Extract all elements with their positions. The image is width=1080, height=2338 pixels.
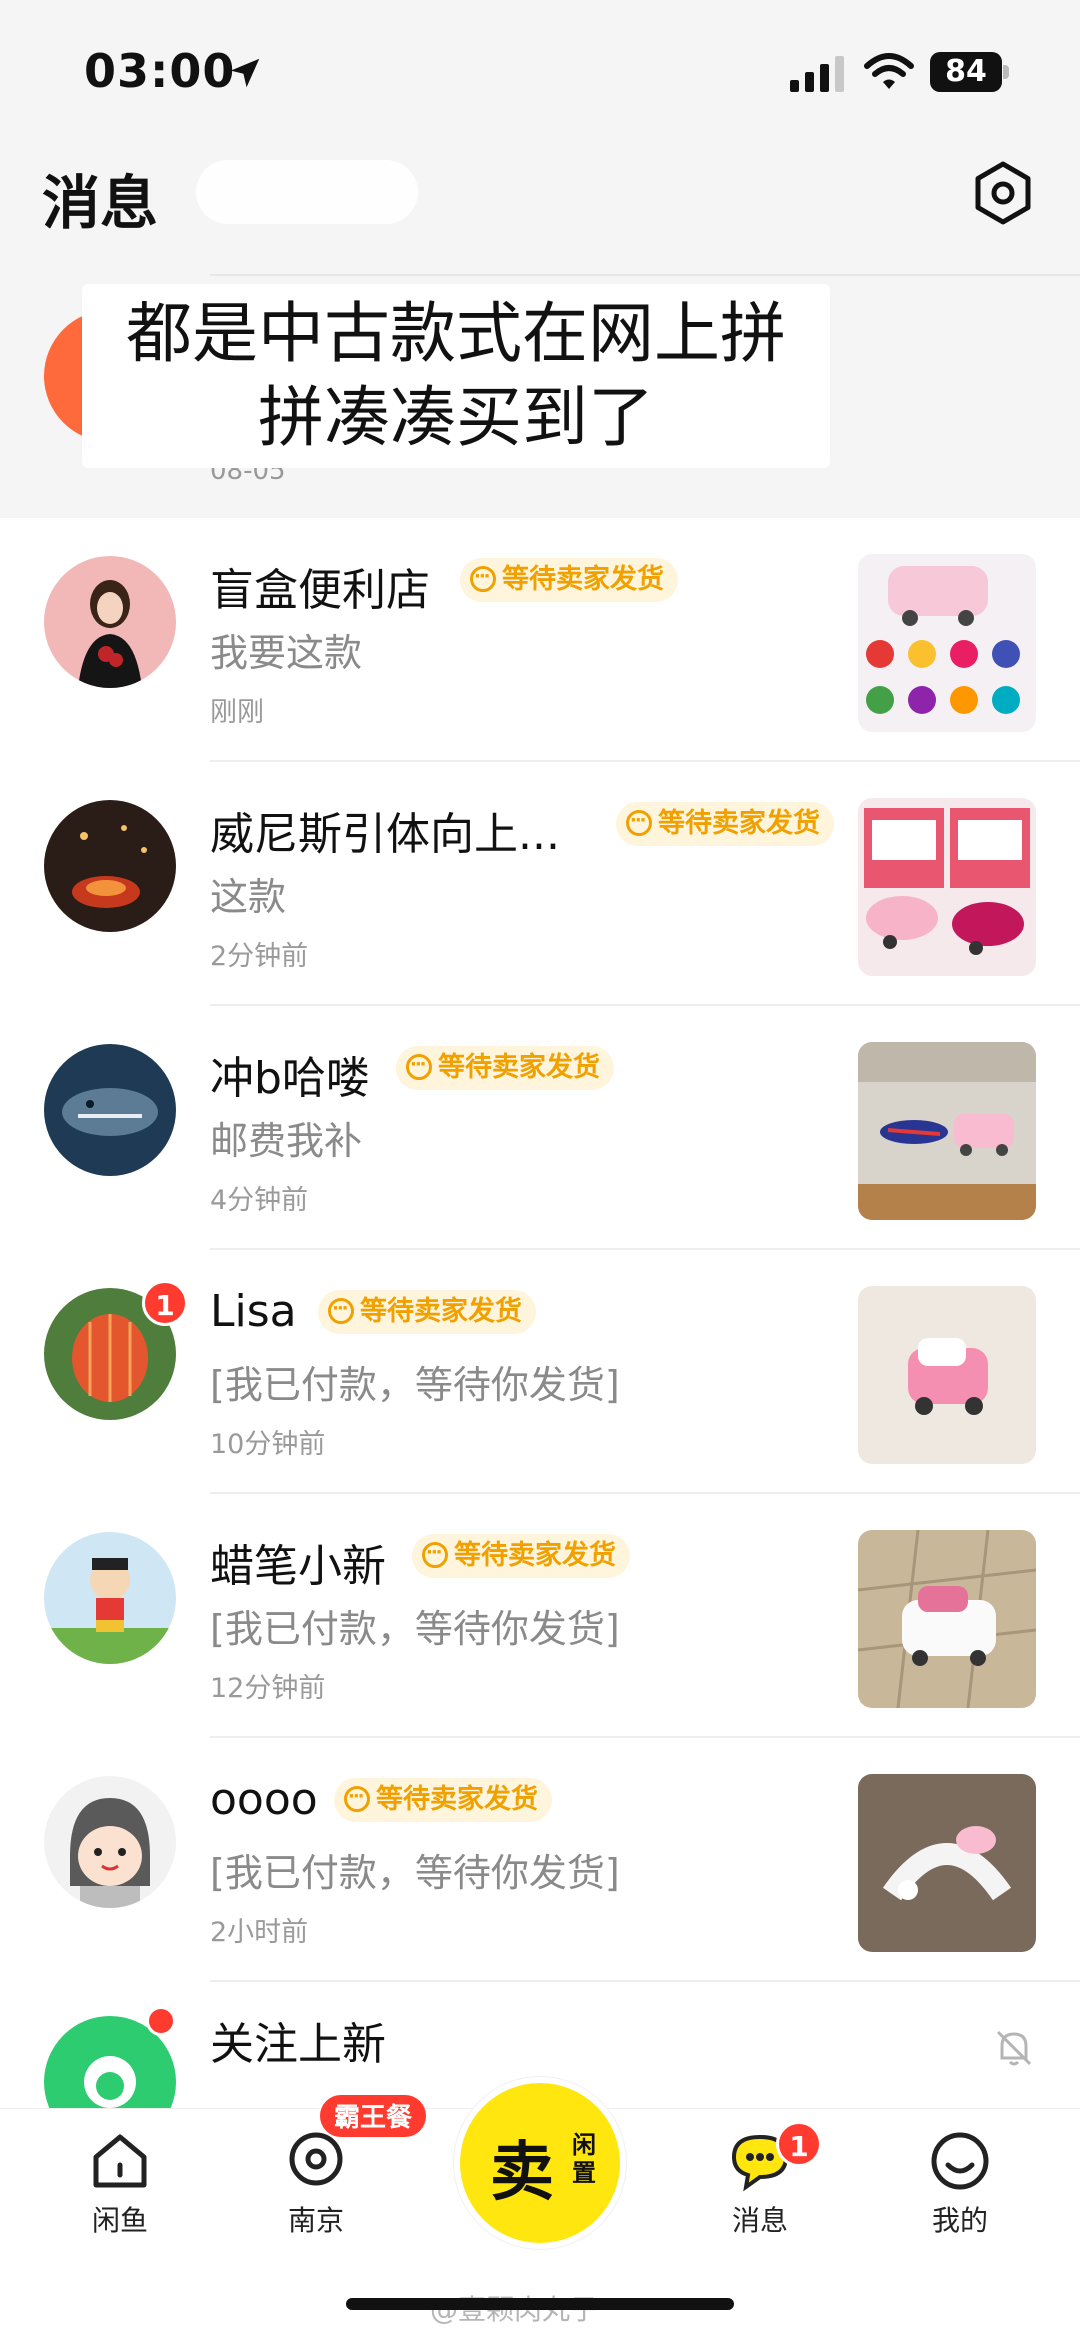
message-time: 4分钟前 xyxy=(210,1185,309,1216)
status-bar: 03:00 84 xyxy=(0,0,1080,140)
unread-dot xyxy=(146,2006,176,2036)
unread-badge: 1 xyxy=(776,2121,822,2167)
page-title: 消息 xyxy=(42,169,159,237)
order-status-tag: 等待卖家发货 xyxy=(616,799,834,846)
message-time: 刚刚 xyxy=(210,697,264,728)
product-thumbnail[interactable] xyxy=(858,1286,1036,1464)
message-preview: [我已付款，等待你发货] xyxy=(210,1363,620,1407)
header-filter-pill[interactable] xyxy=(196,160,418,224)
smile-face-icon xyxy=(931,2132,989,2190)
message-preview: 邮费我补 xyxy=(210,1119,363,1163)
conversation-row[interactable]: oooo 等待卖家发货 [我已付款，等待你发货] 2小时前 xyxy=(0,1738,1080,1982)
avatar xyxy=(44,1776,176,1908)
battery-level: 84 xyxy=(945,54,987,89)
conversation-row[interactable]: 冲b哈喽 等待卖家发货 邮费我补 4分钟前 xyxy=(0,1006,1080,1250)
wifi-icon xyxy=(864,53,914,89)
promo-badge: 霸王餐 xyxy=(318,2093,429,2139)
product-thumbnail[interactable] xyxy=(858,1530,1036,1708)
conversation-row[interactable]: 盲盒便利店 等待卖家发货 我要这款 刚刚 xyxy=(0,518,1080,762)
order-status-tag: 等待卖家发货 xyxy=(412,1531,630,1578)
contact-name: oooo xyxy=(210,1774,318,1825)
contact-name: Lisa xyxy=(210,1286,297,1337)
more-dots-icon xyxy=(328,1287,354,1331)
avatar xyxy=(44,1532,176,1664)
message-time: 12分钟前 xyxy=(210,1673,326,1704)
divider xyxy=(210,274,1080,276)
caption-line-2: 拼凑凑买到了 xyxy=(258,379,654,456)
avatar xyxy=(44,800,176,932)
more-dots-icon xyxy=(470,555,496,599)
nav-label: 南京 xyxy=(287,2204,344,2237)
nav-nanjing[interactable]: 南京 xyxy=(256,2129,376,2269)
battery-indicator: 84 xyxy=(930,52,1009,92)
overlay-caption: 都是中古款式在网上拼 拼凑凑买到了 xyxy=(82,284,830,468)
more-dots-icon xyxy=(626,799,652,843)
home-icon xyxy=(93,2134,147,2188)
nav-xianyu[interactable]: 闲鱼 xyxy=(60,2129,180,2269)
status-time: 03:00 xyxy=(84,44,236,98)
more-dots-icon xyxy=(344,1775,370,1819)
follow-title: 关注上新 xyxy=(210,2019,386,2070)
sell-label: 卖 xyxy=(490,2136,554,2210)
product-thumbnail[interactable] xyxy=(858,554,1036,732)
nav-label: 我的 xyxy=(931,2204,988,2237)
product-thumbnail[interactable] xyxy=(858,1774,1036,1952)
order-status-tag: 等待卖家发货 xyxy=(318,1287,536,1334)
caption-line-1: 都是中古款式在网上拼 xyxy=(126,295,786,372)
pinned-conversation[interactable]: 08-05 都是中古款式在网上拼 拼凑凑买到了 xyxy=(0,270,1080,518)
message-time: 2分钟前 xyxy=(210,941,309,972)
nav-me[interactable]: 我的 xyxy=(900,2129,1020,2269)
conversation-row[interactable]: 蜡笔小新 等待卖家发货 [我已付款，等待你发货] 12分钟前 xyxy=(0,1494,1080,1738)
order-status-tag: 等待卖家发货 xyxy=(460,555,678,602)
page-header: 消息 xyxy=(0,140,1080,270)
message-preview: 这款 xyxy=(210,875,287,919)
contact-name: 盲盒便利店 xyxy=(210,565,430,616)
product-thumbnail[interactable] xyxy=(858,1042,1036,1220)
message-preview: [我已付款，等待你发货] xyxy=(210,1607,620,1651)
order-status-tag: 等待卖家发货 xyxy=(334,1775,552,1822)
mute-bell-icon[interactable] xyxy=(992,2026,1036,2070)
settings-icon[interactable] xyxy=(970,160,1036,226)
nav-label: 闲鱼 xyxy=(91,2204,148,2237)
home-indicator xyxy=(346,2298,734,2310)
nav-label: 消息 xyxy=(731,2204,788,2237)
avatar xyxy=(44,556,176,688)
message-preview: [我已付款，等待你发货] xyxy=(210,1851,620,1895)
cellular-signal-icon xyxy=(790,56,844,92)
more-dots-icon xyxy=(406,1043,432,1087)
conversation-row[interactable]: 1 Lisa 等待卖家发货 [我已付款，等待你发货] 10分钟前 xyxy=(0,1250,1080,1494)
unread-badge: 1 xyxy=(142,1280,188,1326)
contact-name: 蜡笔小新 xyxy=(210,1541,386,1592)
sell-sublabel: 闲置 xyxy=(572,2131,596,2187)
more-dots-icon xyxy=(422,1531,448,1575)
contact-name: 威尼斯引体向上... xyxy=(210,809,560,860)
avatar xyxy=(44,1044,176,1176)
message-time: 2小时前 xyxy=(210,1917,309,1948)
message-preview: 我要这款 xyxy=(210,631,363,675)
sell-idle-button[interactable]: 卖 闲置 xyxy=(454,2077,626,2249)
order-status-tag: 等待卖家发货 xyxy=(396,1043,614,1090)
message-time: 10分钟前 xyxy=(210,1429,326,1460)
contact-name: 冲b哈喽 xyxy=(210,1053,370,1104)
product-thumbnail[interactable] xyxy=(858,798,1036,976)
conversation-row[interactable]: 威尼斯引体向上... 等待卖家发货 这款 2分钟前 xyxy=(0,762,1080,1006)
location-arrow-icon xyxy=(230,58,260,88)
